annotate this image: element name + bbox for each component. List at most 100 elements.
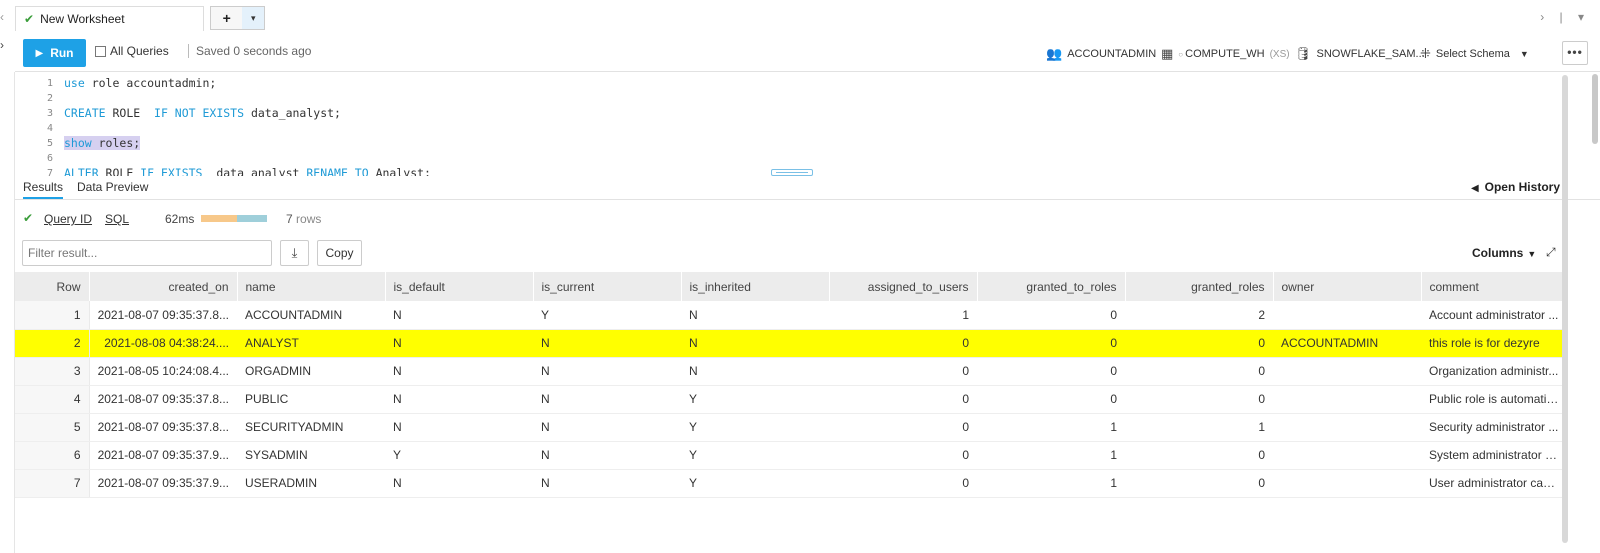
table-cell[interactable]: Y [681,385,829,414]
table-cell[interactable]: N [533,329,681,358]
table-cell[interactable]: N [533,469,681,498]
table-cell[interactable]: Y [385,441,533,470]
column-header-created-on[interactable]: created_on [89,272,238,301]
row-number[interactable]: 5 [15,413,90,442]
table-cell[interactable]: N [681,329,829,358]
table-cell[interactable]: 2021-08-07 09:35:37.8... [89,413,237,442]
row-number[interactable]: 4 [15,385,90,414]
columns-dropdown[interactable]: Columns ▼ [1472,246,1536,260]
table-cell[interactable]: 0 [1125,329,1273,358]
table-cell[interactable]: SYSADMIN [237,441,385,470]
table-cell[interactable]: SECURITYADMIN [237,413,385,442]
table-cell[interactable]: PUBLIC [237,385,385,414]
table-cell[interactable] [1273,441,1421,470]
table-cell[interactable]: 1 [977,441,1125,470]
table-cell[interactable]: N [385,301,533,330]
filter-result-input[interactable] [22,240,272,266]
table-cell[interactable] [1273,413,1421,442]
code-line[interactable]: 1 use role accountadmin; [15,76,1555,91]
table-cell[interactable]: 2021-08-07 09:35:37.9... [89,469,237,498]
column-header-is-inherited[interactable]: is_inherited [681,272,830,301]
column-header-assigned-to-users[interactable]: assigned_to_users [829,272,978,301]
table-cell[interactable]: ACCOUNTADMIN [1273,329,1421,358]
table-row[interactable]: 3 2021-08-05 10:24:08.4... ORGADMIN N N N 0 0 0 O… [15,357,1568,386]
table-cell[interactable]: Y [533,301,681,330]
table-cell[interactable]: Y [681,441,829,470]
table-row[interactable]: 6 2021-08-07 09:35:37.9... SYSADMIN Y N Y 0 1 0 S… [15,441,1568,470]
table-cell[interactable]: 0 [977,301,1125,330]
table-cell[interactable]: 2 [1125,301,1273,330]
column-header-granted-to-roles[interactable]: granted_to_roles [977,272,1126,301]
table-cell[interactable]: N [533,413,681,442]
table-cell[interactable]: Organization administr... [1421,357,1568,386]
table-cell[interactable]: User administrator can ... [1421,469,1568,498]
table-cell[interactable]: 2021-08-07 09:35:37.9... [89,441,237,470]
run-button[interactable]: ▶ Run [23,39,86,67]
table-cell[interactable]: N [385,469,533,498]
schema-selector[interactable]: ⁜ Select Schema ▼ [1420,46,1529,62]
table-cell[interactable]: 0 [977,385,1125,414]
table-cell[interactable]: 1 [1125,413,1273,442]
all-queries-checkbox[interactable]: All Queries [95,44,169,58]
table-cell[interactable]: 1 [977,469,1125,498]
copy-button[interactable]: Copy [317,240,362,266]
table-cell[interactable]: System administrator c... [1421,441,1568,470]
table-cell[interactable]: Y [681,413,829,442]
table-row[interactable]: 4 2021-08-07 09:35:37.8... PUBLIC N N Y 0 0 0 Pub… [15,385,1568,414]
table-row[interactable]: 1 2021-08-07 09:35:37.8... ACCOUNTADMIN N Y N… [15,301,1568,330]
column-header-is-current[interactable]: is_current [533,272,682,301]
table-cell[interactable]: N [533,357,681,386]
role-selector[interactable]: 👥 ACCOUNTADMIN [1046,46,1156,62]
column-header-name[interactable]: name [237,272,386,301]
table-cell[interactable]: ANALYST [237,329,385,358]
expand-icon[interactable]: ⤢ [1546,245,1556,260]
tab-results[interactable]: Results [23,180,64,199]
table-cell[interactable]: 0 [1125,441,1273,470]
column-header-granted-roles[interactable]: granted_roles [1125,272,1274,301]
expand-sidebar-icon[interactable]: › [0,38,4,52]
tabs-scroll-left-icon[interactable]: ‹ [0,10,4,24]
table-cell[interactable] [1273,301,1421,330]
pane-resize-handle[interactable] [771,169,813,176]
worksheet-menu-chevron-down-icon[interactable]: ▾ [242,7,264,29]
column-header-owner[interactable]: owner [1273,272,1422,301]
table-cell[interactable]: 0 [829,413,977,442]
code-line[interactable]: 4 [15,121,1555,136]
row-number[interactable]: 7 [15,469,90,498]
table-cell[interactable]: Security administrator ... [1421,413,1568,442]
row-number[interactable]: 3 [15,357,90,386]
table-cell[interactable]: 0 [829,469,977,498]
table-cell[interactable]: 0 [829,329,977,358]
table-cell[interactable]: N [385,413,533,442]
table-cell[interactable]: 1 [977,413,1125,442]
row-number[interactable]: 1 [15,301,90,330]
download-button[interactable]: ⤓ [280,240,309,266]
more-options-button[interactable]: ••• [1562,41,1588,65]
table-row[interactable]: 7 2021-08-07 09:35:37.9... USERADMIN N N Y 0 1 0… [15,469,1568,498]
column-header-comment[interactable]: comment [1421,272,1569,301]
table-cell[interactable]: 0 [977,357,1125,386]
table-cell[interactable]: 2021-08-08 04:38:24.... [89,329,237,358]
column-header-is-default[interactable]: is_default [385,272,534,301]
code-line[interactable]: 2 [15,91,1555,106]
table-cell[interactable] [1273,385,1421,414]
table-cell[interactable]: 0 [829,385,977,414]
table-cell[interactable]: ACCOUNTADMIN [237,301,385,330]
tab-new-worksheet[interactable]: ✔ New Worksheet [15,6,204,31]
table-cell[interactable]: 0 [1125,357,1273,386]
query-id-link[interactable]: Query ID [44,212,92,226]
table-cell[interactable]: 1 [829,301,977,330]
table-cell[interactable]: 0 [1125,469,1273,498]
table-cell[interactable]: 0 [977,329,1125,358]
row-number[interactable]: 2 [15,329,90,358]
editor-scrollbar[interactable] [1592,74,1598,144]
column-header-row[interactable]: Row [15,272,90,301]
database-selector[interactable]: 🛢 SNOWFLAKE_SAM... [1295,46,1425,62]
grid-scrollbar[interactable] [1562,75,1568,543]
table-cell[interactable]: 0 [1125,385,1273,414]
code-line[interactable]: 6 [15,151,1555,166]
table-cell[interactable]: this role is for dezyre [1421,329,1568,358]
warehouse-selector[interactable]: ▦ ○ COMPUTE_WH (XS) [1161,46,1290,62]
table-cell[interactable]: N [385,385,533,414]
table-cell[interactable] [1273,357,1421,386]
